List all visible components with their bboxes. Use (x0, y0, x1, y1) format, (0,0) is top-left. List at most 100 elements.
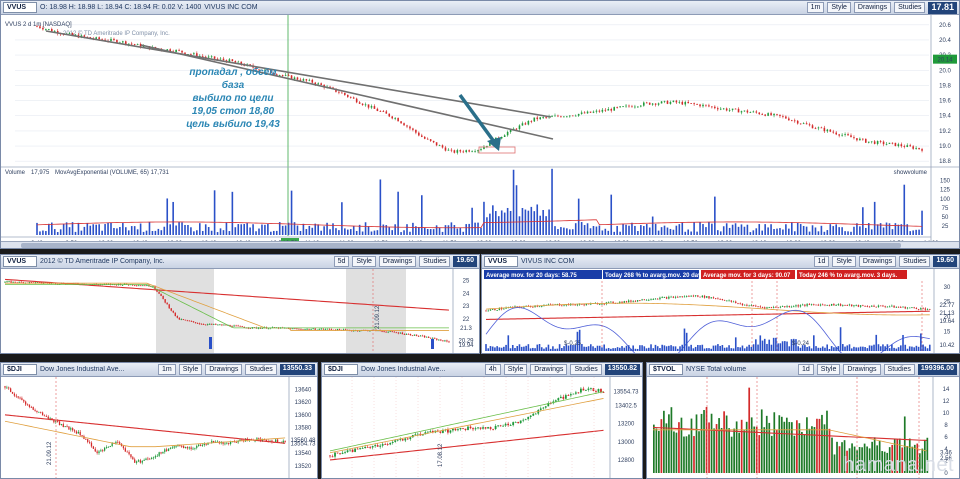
drawings-button[interactable]: Drawings (205, 364, 243, 375)
price-candle (201, 55, 204, 57)
volume-bar (421, 195, 423, 235)
volume-bar (740, 224, 743, 235)
price-side-label: 19.64 (939, 319, 955, 325)
volume-bar (680, 417, 683, 473)
symbol-field[interactable]: VVUS (3, 256, 37, 267)
vvus-history-toolbar: VVUS 2012 © TD Ameritrade IP Company, In… (1, 255, 479, 269)
price-candle (349, 449, 351, 451)
vvus-daily-chart[interactable]: Average mov. for 20 days: 58.75 Today 268… (482, 269, 959, 353)
volume-bar (598, 225, 601, 235)
volume-bar (237, 224, 240, 235)
price-candle (188, 447, 190, 449)
price-candle (822, 304, 824, 306)
style-button[interactable]: Style (503, 364, 528, 375)
studies-button[interactable]: Studies (245, 364, 277, 375)
style-button[interactable]: Style (352, 256, 376, 267)
volume-bar (657, 230, 660, 235)
volume-bar (302, 223, 305, 235)
price-candle (766, 307, 768, 309)
volume-bar (166, 198, 169, 235)
volume-bar (766, 343, 768, 351)
price-candle (882, 305, 884, 307)
volume-bar (42, 230, 44, 235)
scrollbar-thumb[interactable] (21, 243, 901, 248)
volume-bar (587, 346, 590, 351)
timeframe-button[interactable]: 4h (484, 364, 501, 375)
price-candle (134, 285, 136, 287)
studies-button[interactable]: Studies (894, 2, 926, 13)
study-header-text: Today 246 % to avarg.mov. 3 days. (799, 273, 897, 279)
volume-bar (723, 347, 726, 351)
price-candle (164, 449, 166, 452)
price-candle (370, 106, 373, 108)
style-button[interactable]: Style (178, 364, 203, 375)
price-candle (538, 306, 541, 308)
price-candle (164, 299, 166, 303)
drawings-button[interactable]: Drawings (530, 364, 568, 375)
volume-bar (685, 436, 688, 473)
drawings-button[interactable]: Drawings (853, 2, 892, 13)
volume-bar (715, 424, 718, 473)
price-candle (924, 308, 927, 310)
drawings-button[interactable]: Drawings (858, 256, 897, 267)
price-candle (524, 419, 527, 421)
volume-bar (432, 229, 435, 235)
price-candle (522, 419, 525, 421)
price-candle (534, 413, 537, 415)
price-candle (871, 305, 873, 307)
price-candle (81, 435, 83, 437)
price-candle (228, 442, 230, 444)
dji-4h-pane[interactable]: $DJI Dow Jones Industrial Ave... 4h Styl… (321, 362, 643, 479)
dji-4h-chart[interactable]: 13554.73 13402.5 13200 13000 12800 17.08.12 (322, 377, 642, 478)
timeframe-button[interactable]: 1m (157, 364, 176, 375)
volume-bar (791, 222, 793, 235)
studies-button[interactable]: Studies (419, 256, 451, 267)
vvus-history-pane[interactable]: VVUS 2012 © TD Ameritrade IP Company, In… (0, 254, 480, 354)
timeframe-button[interactable]: 1m (806, 2, 825, 13)
volume-bar (545, 347, 548, 351)
main-chart-pane[interactable]: VVUS O: 18.98 H: 18.98 L: 18.94 C: 18.94… (0, 0, 960, 249)
volume-bar (681, 344, 684, 351)
studies-button[interactable]: Studies (883, 364, 915, 375)
symbol-field[interactable]: $TVOL (649, 364, 683, 375)
timeframe-button[interactable]: 1d (813, 256, 830, 267)
volume-bar (650, 344, 652, 351)
symbol-field[interactable]: $DJI (3, 364, 37, 375)
main-chart-scrollbar[interactable] (1, 241, 959, 248)
price-candle (224, 443, 226, 445)
price-candle (344, 92, 346, 95)
price-candle (686, 295, 688, 297)
style-button[interactable]: Style (816, 364, 841, 375)
vvus-history-chart[interactable]: 2524232221.320.2919.9421.09.12 (1, 269, 479, 353)
drawings-button[interactable]: Drawings (378, 256, 417, 267)
style-button[interactable]: Style (827, 2, 851, 13)
price-candle (194, 322, 197, 324)
volume-bar (850, 348, 853, 351)
main-price-chart[interactable]: 20.620.420.220.019.819.619.419.219.018.8… (1, 15, 959, 248)
drawings-button[interactable]: Drawings (843, 364, 881, 375)
price-axis-label: 18.8 (939, 159, 951, 165)
style-button[interactable]: Style (832, 256, 856, 267)
price-candle (318, 329, 320, 330)
volume-bar (870, 229, 873, 235)
symbol-field[interactable]: VVUS (484, 256, 518, 267)
studies-button[interactable]: Studies (899, 256, 931, 267)
vvus-daily-pane[interactable]: VVUS VIVUS INC COM 1d Style Drawings Stu… (481, 254, 960, 354)
volume-bar (734, 223, 737, 235)
symbol-field[interactable]: $DJI (324, 364, 358, 375)
studies-button[interactable]: Studies (570, 364, 602, 375)
symbol-field[interactable]: VVUS (3, 2, 37, 13)
price-candle (683, 296, 686, 298)
price-candle (681, 101, 684, 105)
dji-intraday-chart[interactable]: 1364013620136001358013560.4813554.731354… (1, 377, 317, 478)
timeframe-button[interactable]: 5d (333, 256, 350, 267)
annotation-text-line: пропадал , обсём (189, 66, 277, 78)
timeframe-button[interactable]: 1d (798, 364, 814, 375)
price-candle (913, 307, 915, 309)
price-candle (472, 428, 474, 430)
dji-intraday-pane[interactable]: $DJI Dow Jones Industrial Ave... 1m Styl… (0, 362, 318, 479)
chart-header-info: VVUS 2 d 1m [NASDAQ] (5, 22, 72, 28)
volume-bar (406, 224, 408, 235)
volume-bar (757, 344, 759, 351)
volume-bar (811, 426, 813, 473)
